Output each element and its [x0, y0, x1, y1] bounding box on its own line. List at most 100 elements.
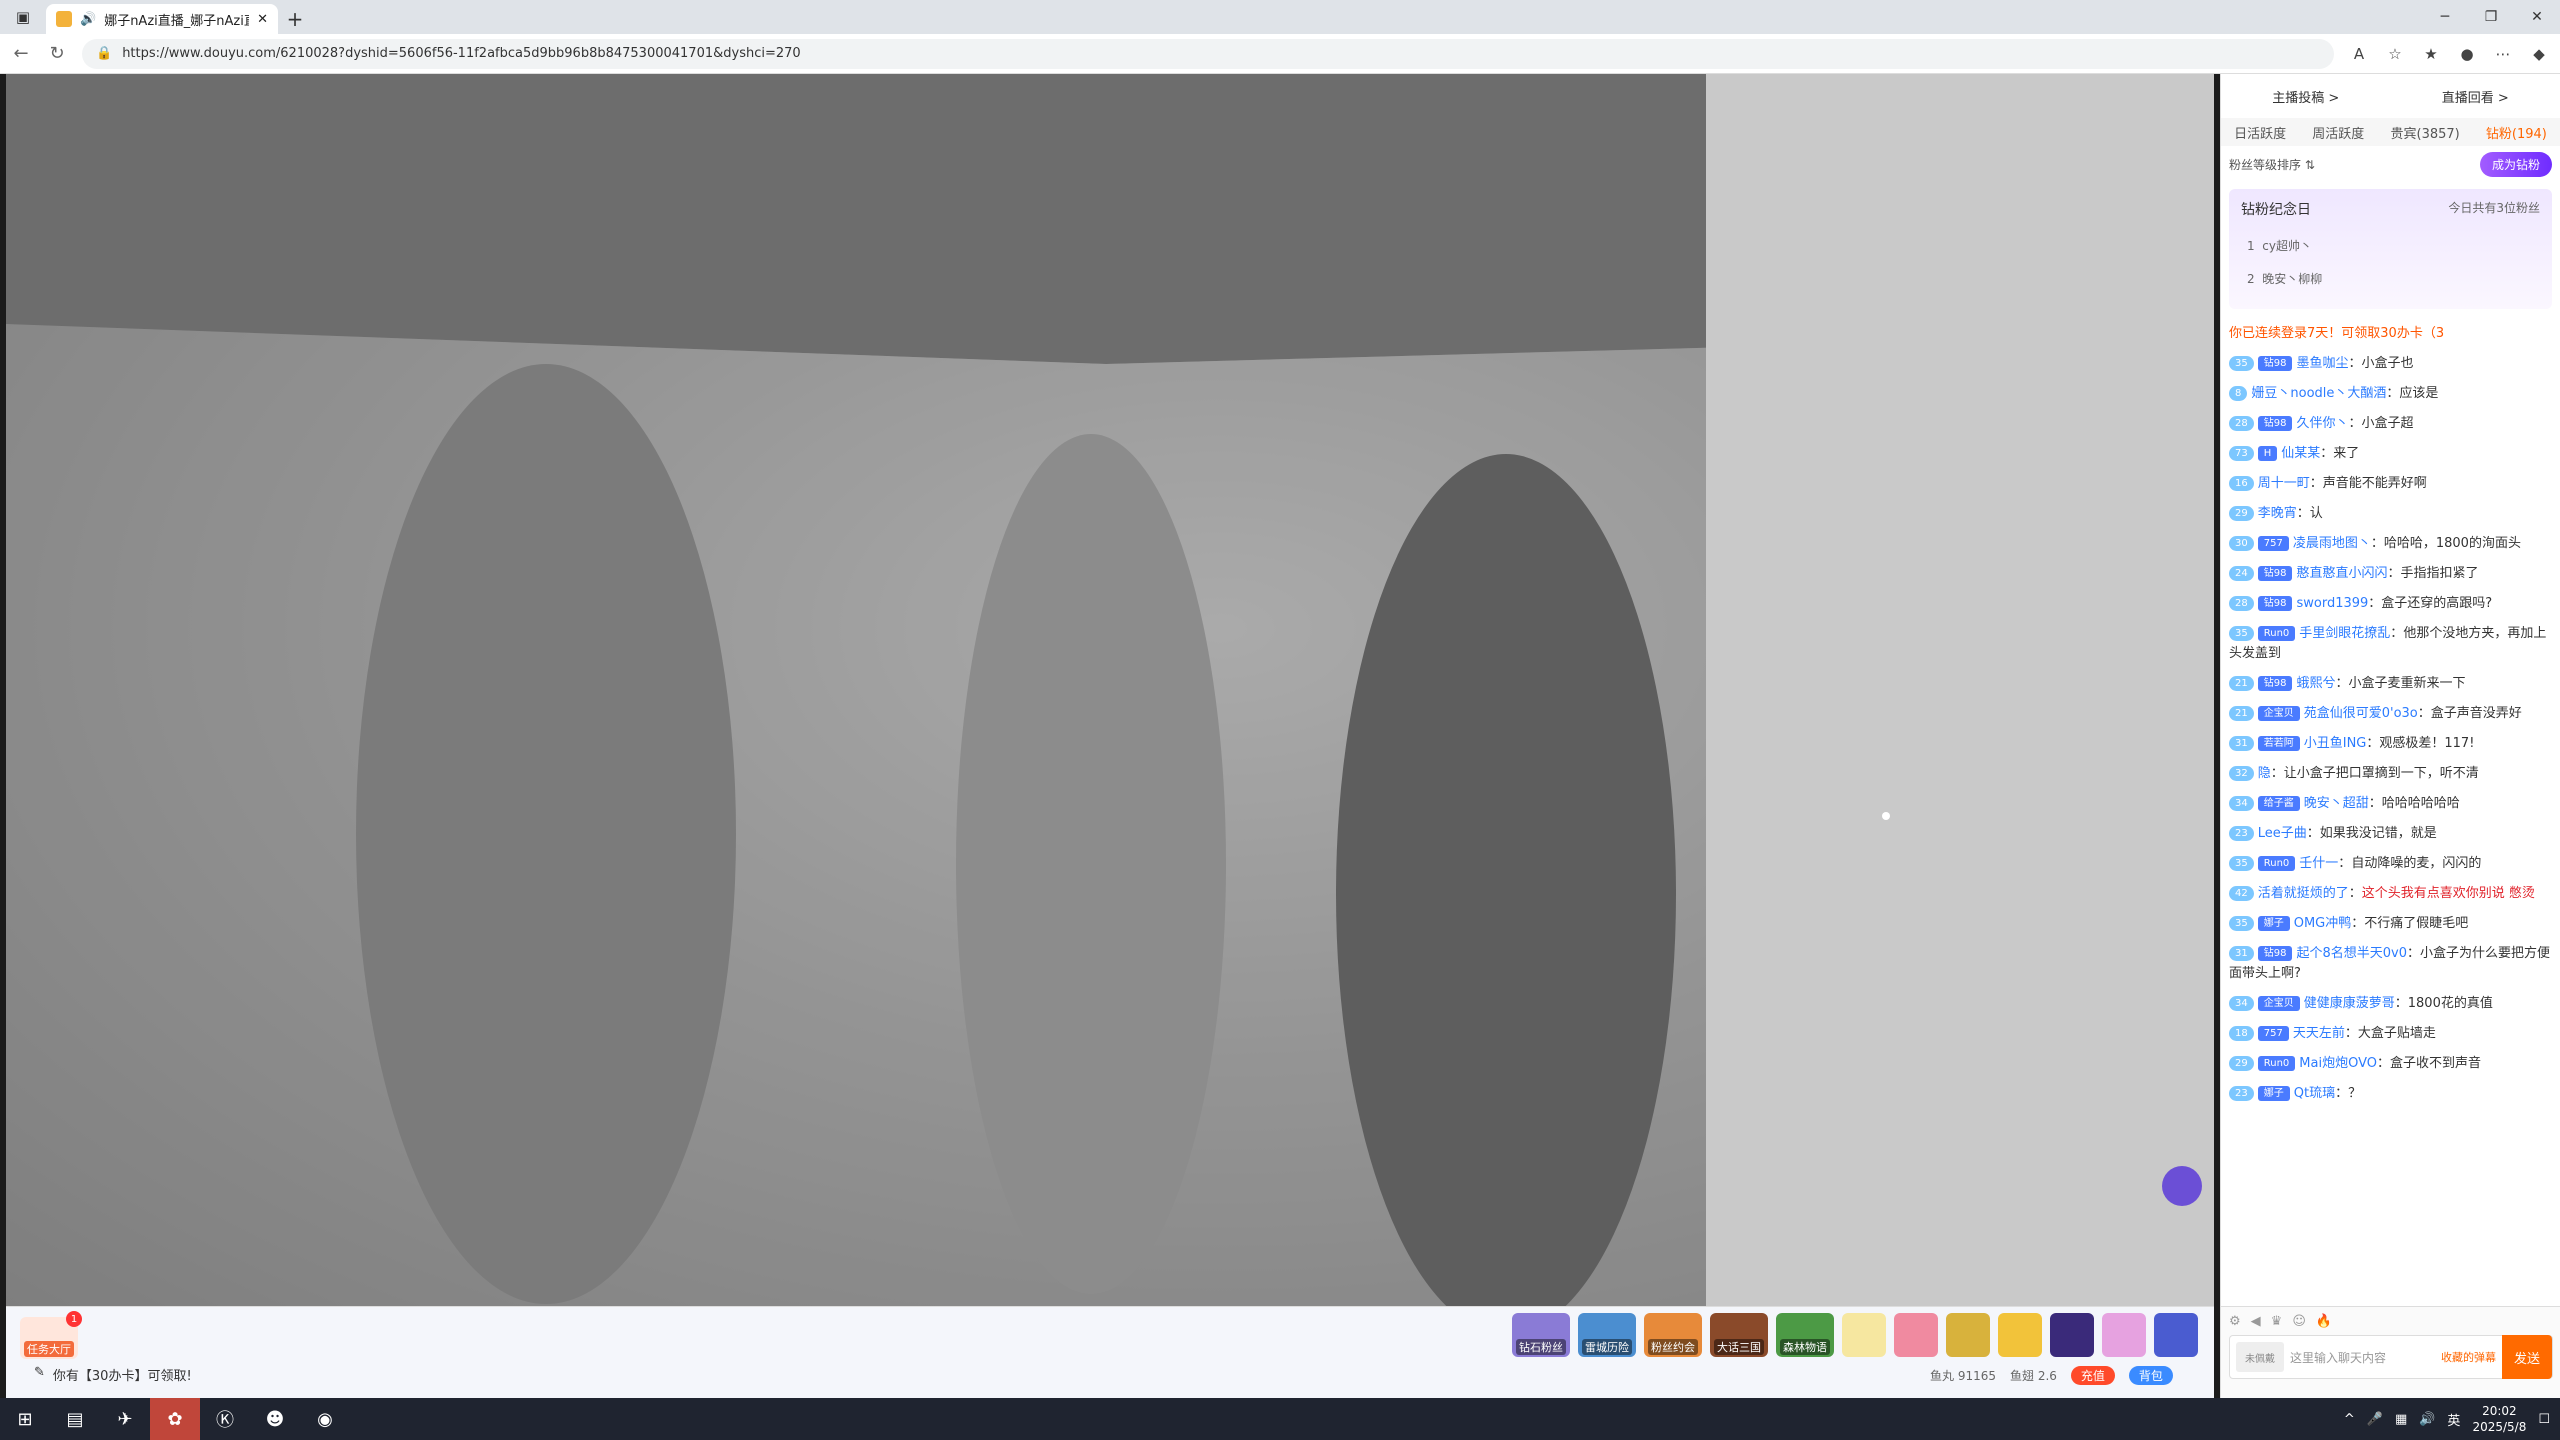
user-name[interactable]: 隐: [2258, 766, 2271, 781]
chat-message[interactable]: 34 企宝贝 健健康康菠萝哥：1800花的真值: [2229, 989, 2552, 1019]
chat-message[interactable]: 18 757 天天左前：大盒子贴墙走: [2229, 1019, 2552, 1049]
chat-message[interactable]: 28 钻98 sword1399：盒子还穿的高跟吗?: [2229, 589, 2552, 619]
gift-item-icon[interactable]: [1946, 1313, 1990, 1357]
chat-message[interactable]: 32 隐：让小盒子把口罩摘到一下，听不清: [2229, 759, 2552, 789]
close-tab-icon[interactable]: ✕: [257, 12, 268, 27]
chat-message[interactable]: 35 娜子 OMG冲鸭：不行痛了假睫毛吧: [2229, 909, 2552, 939]
chat-message[interactable]: 24 钻98 憨直憨直小闪闪：手指指扣紧了: [2229, 559, 2552, 589]
sidebar-toggle-icon[interactable]: ▣: [0, 0, 46, 34]
chat-message[interactable]: 28 钻98 久伴你丶：小盒子超: [2229, 409, 2552, 439]
chat-message[interactable]: 29 Run0 Mai炮炮OVO：盒子收不到声音: [2229, 1049, 2552, 1079]
gift-item-icon[interactable]: [1894, 1313, 1938, 1357]
app-icon[interactable]: ✈: [100, 1398, 150, 1440]
gift-forest[interactable]: 森林物语: [1776, 1313, 1834, 1357]
chat-message[interactable]: 35 钻98 墨鱼咖尘：小盒子也: [2229, 349, 2552, 379]
chat-message[interactable]: 31 钻98 起个8名想半天0v0：小盒子为什么要把方便面带头上啊?: [2229, 939, 2552, 989]
badge-label[interactable]: 未佩戴: [2236, 1342, 2284, 1372]
saved-danmu[interactable]: 收藏的弹幕: [2441, 1349, 2496, 1365]
minimize-button[interactable]: ─: [2422, 0, 2468, 34]
backpack-button[interactable]: 背包: [2128, 1366, 2173, 1385]
url-field[interactable]: 🔒 https://www.douyu.com/6210028?dyshid=5…: [82, 38, 2334, 69]
gift-thunder[interactable]: 雷城历险: [1578, 1313, 1636, 1357]
user-name[interactable]: 壬什一: [2299, 856, 2338, 871]
copilot-icon[interactable]: ◆: [2528, 45, 2550, 63]
speaker-icon[interactable]: 🔊: [80, 12, 96, 27]
chat-message[interactable]: 35 Run0 手里剑眼花撩乱：他那个没地方夹，再加上头发盖到: [2229, 619, 2552, 669]
chat-message[interactable]: 8 姗豆丶noodle丶大酗酒：应该是: [2229, 379, 2552, 409]
chat-input[interactable]: 这里输入聊天内容: [2290, 1349, 2441, 1366]
anchor-submit-link[interactable]: 主播投稿 >: [2272, 87, 2339, 106]
user-name[interactable]: 凌晨雨地图丶: [2293, 536, 2371, 551]
speaker-icon[interactable]: ◀: [2251, 1314, 2261, 1329]
user-name[interactable]: 晚安丶超甜: [2304, 796, 2369, 811]
refresh-icon[interactable]: ↻: [46, 43, 68, 64]
tab-daily[interactable]: 日活跃度: [2234, 123, 2286, 142]
user-name[interactable]: 仙某某: [2281, 446, 2320, 461]
read-aloud-icon[interactable]: A: [2348, 45, 2370, 63]
user-name[interactable]: 墨鱼咖尘: [2296, 356, 2348, 371]
user-name[interactable]: 苑盒仙很可爱0'o3o: [2304, 706, 2418, 721]
gift-item-icon[interactable]: [2154, 1313, 2198, 1357]
chat-message[interactable]: 30 757 凌晨雨地图丶：哈哈哈，1800的洵面头: [2229, 529, 2552, 559]
tray-chevron-icon[interactable]: ^: [2344, 1412, 2355, 1427]
app-icon[interactable]: ☻: [250, 1398, 300, 1440]
chat-message[interactable]: 34 给子酱 晚安丶超甜：哈哈哈哈哈哈: [2229, 789, 2552, 819]
close-window-button[interactable]: ✕: [2514, 0, 2560, 34]
gift-fan-date[interactable]: 粉丝约会: [1644, 1313, 1702, 1357]
chat-message[interactable]: 16 周十一町：声音能不能弄好啊: [2229, 469, 2552, 499]
favorites-icon[interactable]: ★: [2420, 45, 2442, 63]
favorite-star-icon[interactable]: ☆: [2384, 45, 2406, 63]
become-diamond-button[interactable]: 成为钻粉: [2479, 152, 2552, 177]
more-icon[interactable]: ⋯: [2492, 45, 2514, 63]
tab-weekly[interactable]: 周活跃度: [2312, 123, 2364, 142]
user-name[interactable]: 起个8名想半天0v0: [2296, 946, 2407, 961]
user-name[interactable]: 健健康康菠萝哥: [2304, 996, 2395, 1011]
chat-message[interactable]: 23 娜子 Qt琉璃：？: [2229, 1079, 2552, 1109]
chat-message[interactable]: 35 Run0 壬什一：自动降噪的麦，闪闪的: [2229, 849, 2552, 879]
profile-icon[interactable]: ●: [2456, 45, 2478, 63]
replay-link[interactable]: 直播回看 >: [2442, 87, 2509, 106]
user-name[interactable]: Lee子曲: [2258, 826, 2307, 841]
floating-assistant-icon[interactable]: [2162, 1166, 2202, 1206]
user-name[interactable]: 周十一町: [2258, 476, 2310, 491]
network-icon[interactable]: ▦: [2395, 1412, 2407, 1427]
crown-icon[interactable]: ♛: [2271, 1314, 2283, 1329]
chat-message[interactable]: 29 李晚宵：认: [2229, 499, 2552, 529]
clock[interactable]: 20:02 2025/5/8: [2472, 1403, 2526, 1435]
fire-icon[interactable]: 🔥: [2316, 1314, 2332, 1329]
notification-icon[interactable]: ☐: [2538, 1412, 2550, 1427]
app-icon[interactable]: ✿: [150, 1398, 200, 1440]
chat-message[interactable]: 73 H 仙某某：来了: [2229, 439, 2552, 469]
new-tab-button[interactable]: +: [278, 4, 312, 34]
back-icon[interactable]: ←: [10, 43, 32, 64]
card-reminder[interactable]: ✎ 你有【30办卡】可领取!: [34, 1365, 192, 1384]
user-name[interactable]: 天天左前: [2293, 1026, 2345, 1041]
settings-icon[interactable]: ⚙: [2229, 1314, 2241, 1329]
system-message[interactable]: 你已连续登录7天！可领取30办卡（3: [2229, 319, 2552, 349]
gift-item-icon[interactable]: [1842, 1313, 1886, 1357]
gift-diamond-fan[interactable]: 钻石粉丝: [1512, 1313, 1570, 1357]
sort-label[interactable]: 粉丝等级排序 ⇅: [2229, 156, 2315, 173]
user-name[interactable]: 李晚宵: [2258, 506, 2297, 521]
app-icon[interactable]: Ⓚ: [200, 1398, 250, 1440]
user-name[interactable]: 姗豆丶noodle丶大酗酒: [2251, 386, 2386, 401]
user-name[interactable]: sword1399: [2296, 596, 2368, 611]
volume-icon[interactable]: 🔊: [2419, 1412, 2435, 1427]
tab-vip[interactable]: 贵宾(3857): [2391, 123, 2460, 142]
user-name[interactable]: 憨直憨直小闪闪: [2296, 566, 2387, 581]
start-icon[interactable]: ⊞: [0, 1398, 50, 1440]
user-name[interactable]: 手里剑眼花撩乱: [2299, 626, 2390, 641]
user-name[interactable]: 活着就挺烦的了: [2258, 886, 2349, 901]
browser-tab[interactable]: 🔊 娜子nAzi直播_娜子nAzi直播 ✕: [46, 4, 278, 34]
mic-icon[interactable]: 🎤: [2367, 1412, 2383, 1427]
chat-message[interactable]: 21 企宝贝 苑盒仙很可爱0'o3o：盒子声音没弄好: [2229, 699, 2552, 729]
maximize-button[interactable]: ❐: [2468, 0, 2514, 34]
chat-message[interactable]: 42 活着就挺烦的了：这个头我有点喜欢你别说 憋烫: [2229, 879, 2552, 909]
gift-three-kingdoms[interactable]: 大话三国: [1710, 1313, 1768, 1357]
chat-message[interactable]: 21 钻98 蛾熙兮：小盒子麦重新来一下: [2229, 669, 2552, 699]
emoji-icon[interactable]: ☺: [2292, 1314, 2306, 1329]
user-name[interactable]: OMG冲鸭: [2294, 916, 2352, 931]
input-lang[interactable]: 英: [2447, 1410, 2460, 1429]
task-view-icon[interactable]: ▤: [50, 1398, 100, 1440]
user-name[interactable]: 久伴你丶: [2296, 416, 2348, 431]
